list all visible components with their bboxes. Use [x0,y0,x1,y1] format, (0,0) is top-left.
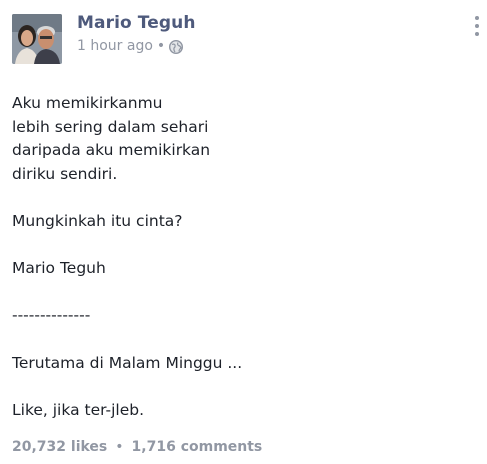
post-menu-button[interactable] [470,14,484,38]
avatar-photo [12,14,62,64]
post-meta: 1 hour ago • [77,38,184,54]
post-line: diriku sendiri. [12,164,118,183]
post-line [12,281,467,305]
post-line: lebih sering dalam sehari [12,117,209,136]
post-line [12,186,467,210]
post-timestamp[interactable]: 1 hour ago [77,38,153,54]
comments-count[interactable]: 1,716 comments [132,439,263,455]
vertical-ellipsis-icon [475,32,479,36]
vertical-ellipsis-icon [475,24,479,28]
globe-icon[interactable] [169,39,184,54]
likes-count[interactable]: 20,732 likes [12,439,107,455]
avatar[interactable] [12,14,62,64]
post-line [12,234,467,258]
post-line: Mario Teguh [12,259,106,278]
post-line [12,328,467,352]
vertical-ellipsis-icon [475,16,479,20]
post-stats: 20,732 likes • 1,716 comments [12,439,262,455]
stats-separator: • [115,439,124,455]
post-line: Terutama di Malam Minggu ... [12,353,243,372]
author-name[interactable]: Mario Teguh [77,13,196,33]
post-body: Aku memikirkanmu lebih sering dalam seha… [12,92,467,422]
post-line: Like, jika ter-jleb. [12,400,144,419]
meta-separator: • [156,38,166,54]
feed-post: Mario Teguh 1 hour ago • Aku memikirkanm… [0,0,487,464]
post-line: Mungkinkah itu cinta? [12,211,183,230]
post-line: -------------- [12,306,91,325]
post-line: daripada aku memikirkan [12,141,211,160]
post-line [12,375,467,399]
post-line: Aku memikirkanmu [12,94,163,112]
